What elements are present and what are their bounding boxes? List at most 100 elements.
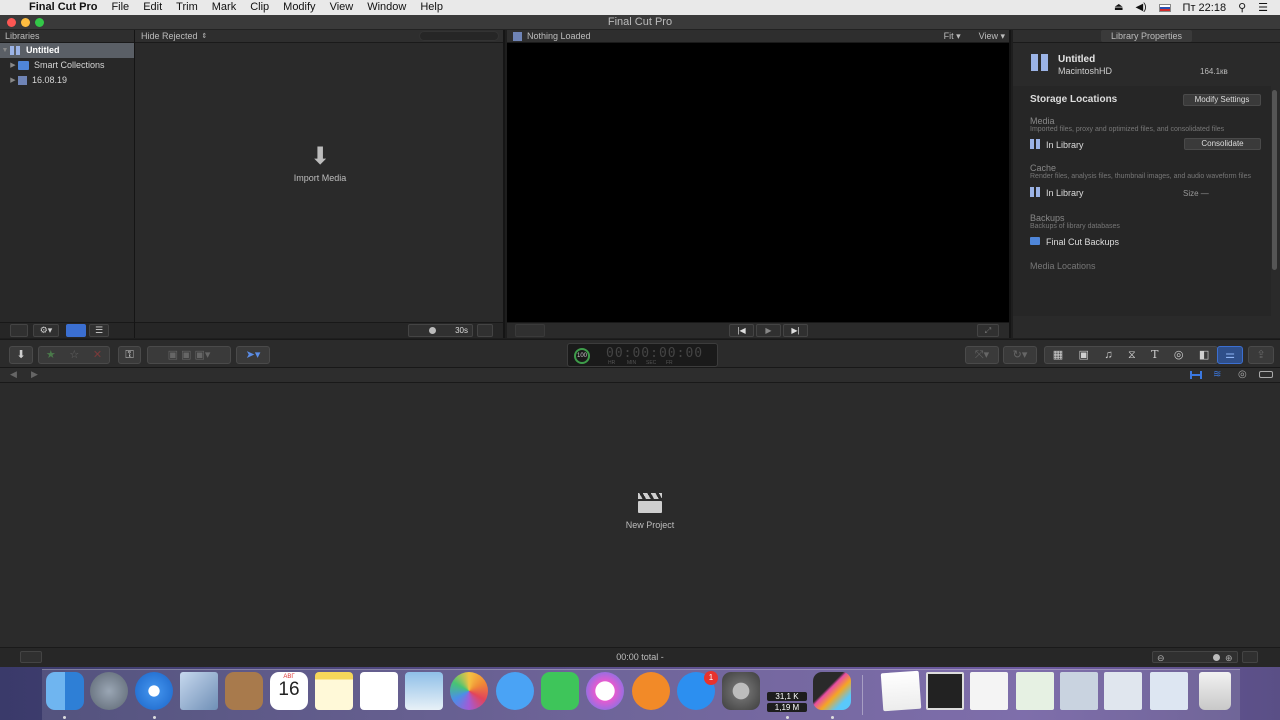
disclosure-closed-icon[interactable]: ▶ — [8, 73, 18, 88]
contacts-icon[interactable] — [225, 672, 263, 710]
generators-icon[interactable]: ◎ — [1174, 347, 1184, 363]
recent-file-icon[interactable] — [1104, 672, 1142, 710]
system-preferences-icon[interactable] — [722, 672, 760, 710]
minimize-window-button[interactable] — [21, 18, 30, 27]
new-project-area[interactable]: New Project — [600, 493, 700, 530]
audio-skimming-icon[interactable]: ≋ — [1213, 369, 1221, 380]
keyword-key-icon[interactable]: ⚿ — [118, 346, 141, 364]
inspector-scrollbar[interactable] — [1272, 90, 1277, 270]
forward-arrow-icon[interactable]: ▶ — [31, 369, 38, 380]
consolidate-button[interactable]: Consolidate — [1184, 138, 1261, 150]
fullscreen-playback-icon[interactable]: ⤢ — [977, 324, 999, 337]
play-button[interactable]: ▶ — [756, 324, 781, 337]
select-tool-icon[interactable]: ➤▾ — [236, 346, 270, 364]
retime-icon[interactable]: ↻▾ — [1003, 346, 1037, 364]
spotlight-icon[interactable]: ⚲ — [1238, 1, 1246, 14]
mail-icon[interactable] — [180, 672, 218, 710]
itunes-icon[interactable] — [586, 672, 624, 710]
recent-file-icon[interactable] — [926, 672, 964, 710]
close-window-button[interactable] — [7, 18, 16, 27]
filter-chevron-icon[interactable]: ⇕ — [202, 30, 208, 42]
menu-window[interactable]: Window — [360, 0, 413, 15]
timecode-display[interactable]: 100 00:00:00:00 HR MIN SEC FR — [567, 343, 718, 367]
launchpad-icon[interactable] — [90, 672, 128, 710]
recent-file-icon[interactable] — [1016, 672, 1054, 710]
finder-icon[interactable] — [46, 672, 84, 710]
slider-knob[interactable] — [429, 327, 436, 334]
library-item-event[interactable]: ▶ 16.08.19 — [0, 73, 134, 88]
menu-mark[interactable]: Mark — [205, 0, 243, 15]
preview-icon[interactable] — [405, 672, 443, 710]
trash-icon[interactable] — [1199, 672, 1231, 710]
reject-x-icon[interactable]: ✕ — [93, 347, 102, 363]
reminders-icon[interactable] — [360, 672, 398, 710]
volume-icon[interactable]: ◀) — [1136, 2, 1147, 13]
previous-edit-button[interactable]: |◀ — [729, 324, 754, 337]
transitions-tools-icon[interactable]: ⤧▾ — [965, 346, 999, 364]
final-cut-pro-icon[interactable] — [813, 672, 851, 710]
eject-icon[interactable]: ⏏ — [1114, 2, 1123, 13]
back-arrow-icon[interactable]: ◀ — [10, 369, 17, 380]
share-icon[interactable]: ⇪ — [1248, 346, 1274, 364]
browser-search-field[interactable] — [419, 31, 499, 41]
import-media-area[interactable]: ⬇ Import Media — [275, 145, 365, 184]
video-canvas[interactable] — [507, 43, 1009, 321]
clip-zoom-slider[interactable]: 30s — [408, 324, 473, 337]
photos-camera-icon[interactable]: ▣ — [1079, 347, 1089, 363]
zoom-knob[interactable] — [1213, 654, 1220, 661]
modify-settings-button[interactable]: Modify Settings — [1183, 94, 1261, 106]
network-monitor-icon[interactable]: 31,1 K 1,19 M — [767, 672, 807, 712]
transitions-browser-icon[interactable]: ⧖ — [1128, 347, 1136, 363]
menu-trim[interactable]: Trim — [169, 0, 205, 15]
music-note-icon[interactable]: ♫ — [1104, 347, 1112, 363]
transform-tools-button[interactable] — [515, 324, 545, 337]
photos-icon[interactable] — [450, 672, 488, 710]
library-properties-tab[interactable]: Library Properties — [1100, 30, 1193, 42]
edit-buttons-group[interactable]: ▣ ▣ ▣▾ — [147, 346, 231, 364]
zoom-in-icon[interactable]: ⊕ — [1225, 649, 1233, 667]
menu-view[interactable]: View — [323, 0, 361, 15]
calendar-icon[interactable]: АВГ 16 — [270, 672, 308, 710]
disclosure-open-icon[interactable]: ▼ — [0, 43, 10, 58]
notes-icon[interactable] — [315, 672, 353, 710]
solo-icon[interactable]: ◎ — [1238, 369, 1247, 380]
list-view-button[interactable]: ☰ — [89, 324, 109, 337]
flag-icon[interactable] — [1158, 3, 1171, 12]
library-item-smart-collections[interactable]: ▶ Smart Collections — [0, 58, 134, 73]
documents-folder-icon[interactable] — [880, 670, 922, 712]
timeline[interactable]: New Project — [0, 383, 1280, 647]
fullscreen-window-button[interactable] — [35, 18, 44, 27]
snapping-icon[interactable] — [1259, 371, 1273, 378]
timeline-zoom-slider[interactable]: ⊖ ⊕ — [1152, 651, 1238, 663]
zoom-menu[interactable]: Fit ▾ — [944, 30, 961, 42]
favorite-star-icon[interactable]: ★ — [46, 347, 56, 363]
facetime-icon[interactable] — [541, 672, 579, 710]
menu-file[interactable]: File — [104, 0, 136, 15]
titles-t-icon[interactable]: T — [1151, 347, 1158, 363]
zoom-out-icon[interactable]: ⊖ — [1157, 649, 1165, 667]
effects-browser-icon[interactable]: ▦ — [1053, 347, 1063, 363]
timeline-index-button[interactable] — [20, 651, 42, 663]
themes-icon[interactable]: ◧ — [1199, 347, 1209, 363]
clip-appearance-button[interactable] — [477, 324, 493, 337]
menu-app-name[interactable]: Final Cut Pro — [22, 0, 104, 15]
skimming-icon[interactable] — [1190, 371, 1202, 379]
recent-file-icon[interactable] — [1060, 672, 1098, 710]
unrate-star-icon[interactable]: ☆ — [69, 347, 79, 363]
next-edit-button[interactable]: ▶| — [783, 324, 808, 337]
menu-clip[interactable]: Clip — [243, 0, 276, 15]
clip-appearance-button[interactable] — [1242, 651, 1258, 663]
gear-icon[interactable]: ⚙▾ — [33, 324, 59, 337]
hide-rejected-filter[interactable]: Hide Rejected — [141, 30, 198, 42]
disclosure-closed-icon[interactable]: ▶ — [8, 58, 18, 73]
inspector-toggle-icon[interactable]: ⚌ — [1217, 346, 1243, 364]
clock[interactable]: Пт 22:18 — [1183, 2, 1227, 14]
menu-modify[interactable]: Modify — [276, 0, 322, 15]
recent-file-icon[interactable] — [1150, 672, 1188, 710]
filmstrip-view-button[interactable] — [66, 324, 86, 337]
import-icon[interactable]: ⬇ — [9, 346, 33, 364]
menu-help[interactable]: Help — [413, 0, 450, 15]
library-item-untitled[interactable]: ▼ Untitled — [0, 43, 134, 58]
menu-edit[interactable]: Edit — [136, 0, 169, 15]
notification-center-icon[interactable]: ☰ — [1258, 1, 1268, 14]
